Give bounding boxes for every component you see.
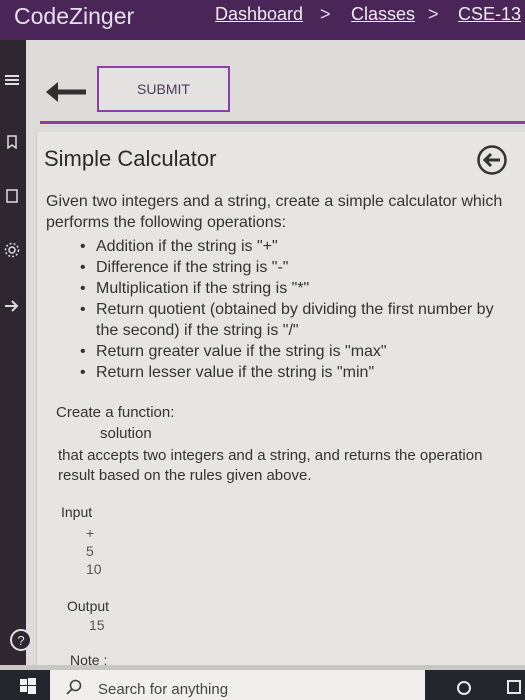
operations-list: Addition if the string is "+" Difference… — [80, 236, 500, 383]
submit-button[interactable]: SUBMIT — [97, 66, 230, 112]
list-item: Return lesser value if the string is "mi… — [80, 362, 500, 383]
input-label: Input — [61, 504, 93, 520]
list-item: Difference if the string is "-" — [80, 257, 500, 278]
divider — [40, 121, 525, 124]
input-value: 10 — [86, 561, 102, 577]
document-icon[interactable] — [2, 186, 22, 206]
list-item: Return quotient (obtained by dividing th… — [80, 299, 500, 341]
output-label: Output — [67, 598, 110, 614]
task-view-icon[interactable] — [507, 680, 521, 694]
arrow-left-icon[interactable] — [44, 78, 88, 106]
cortana-icon[interactable] — [457, 681, 471, 695]
note-label: Note : — [70, 652, 108, 668]
output-value: 15 — [89, 617, 105, 633]
breadcrumb-separator: > — [428, 4, 439, 24]
top-nav: CodeZinger Dashboard > Classes > CSE-13 — [0, 0, 525, 40]
list-item: Addition if the string is "+" — [80, 236, 500, 257]
list-item: Return greater value if the string is "m… — [80, 341, 500, 362]
function-heading: Create a function: — [56, 404, 175, 421]
circle-arrow-left-icon[interactable] — [476, 144, 508, 176]
bookmark-icon[interactable] — [2, 132, 22, 152]
arrow-right-icon[interactable] — [2, 296, 22, 316]
list-item: Multiplication if the string is "*" — [80, 278, 500, 299]
brand-logo[interactable]: CodeZinger — [14, 3, 134, 30]
menu-icon[interactable] — [2, 70, 22, 90]
search-icon — [66, 679, 82, 695]
breadcrumb-course[interactable]: CSE-13 — [458, 4, 521, 25]
input-value: 5 — [86, 543, 94, 559]
left-icon-rail — [0, 40, 26, 665]
breadcrumb-separator: > — [320, 4, 331, 24]
input-value: + — [86, 525, 95, 541]
function-name: solution — [100, 425, 152, 442]
breadcrumb-classes[interactable]: Classes — [351, 4, 415, 25]
function-description: that accepts two integers and a string, … — [58, 447, 483, 484]
search-input[interactable]: Search for anything — [98, 681, 228, 698]
problem-description: Given two integers and a string, create … — [46, 193, 503, 231]
windows-logo-icon[interactable] — [20, 678, 36, 694]
breadcrumb-dashboard[interactable]: Dashboard — [215, 4, 303, 25]
question-circle-icon[interactable]: ? — [10, 629, 32, 651]
settings-icon[interactable] — [2, 240, 22, 260]
problem-title: Simple Calculator — [44, 146, 217, 171]
